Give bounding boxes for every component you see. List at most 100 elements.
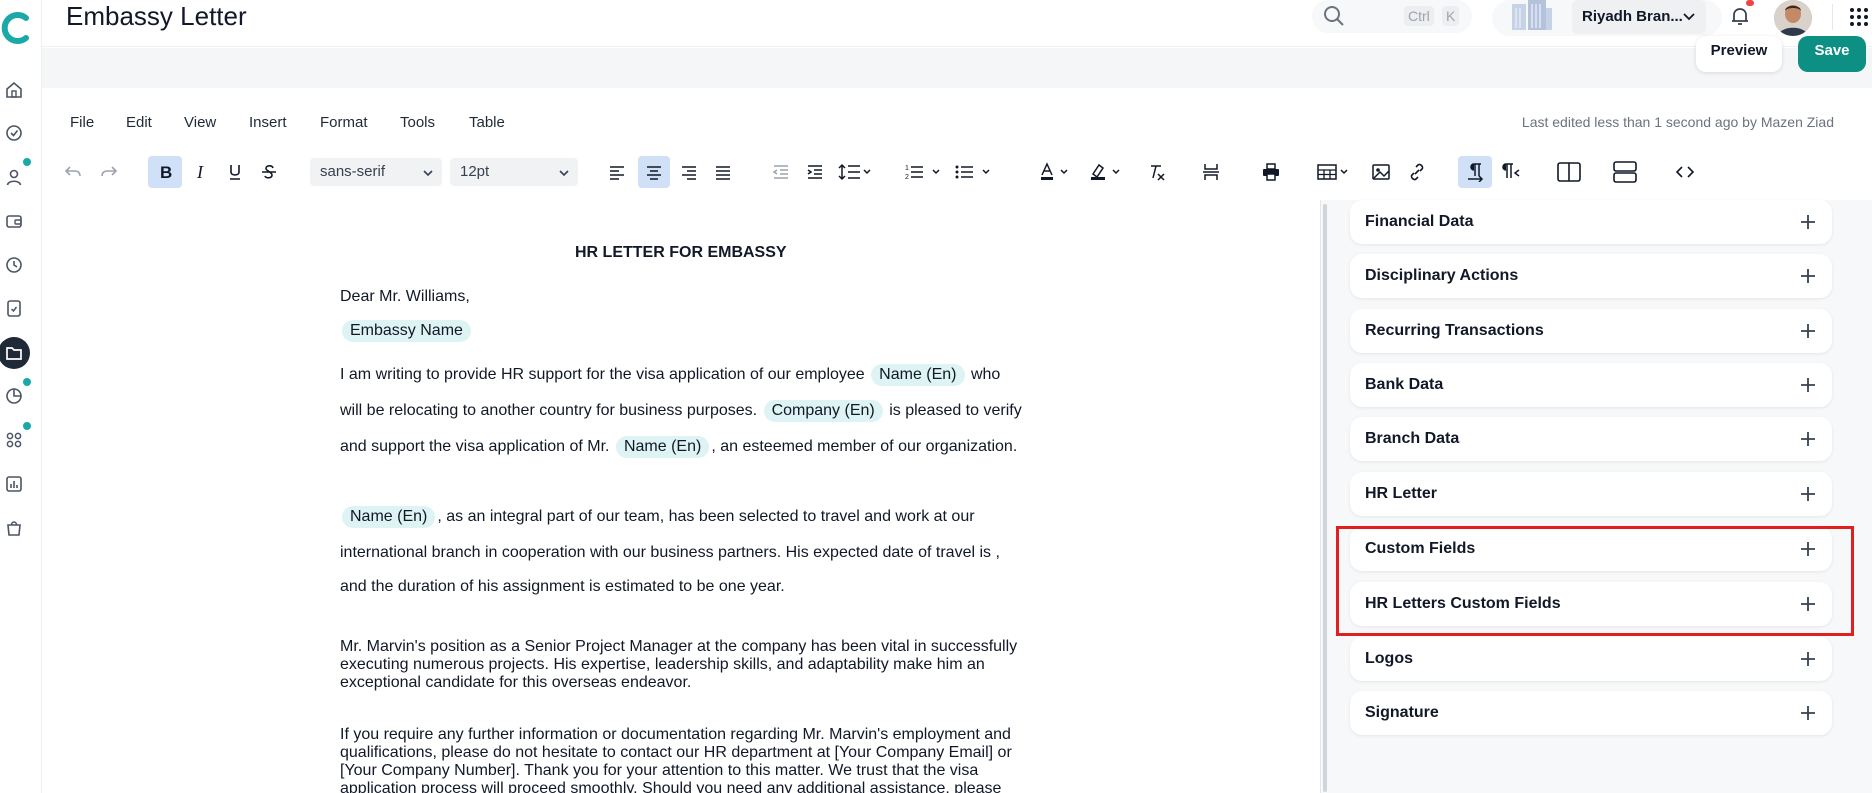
split-columns-icon[interactable] xyxy=(1552,156,1586,188)
preview-button[interactable]: Preview xyxy=(1696,36,1782,72)
outdent-icon[interactable] xyxy=(766,156,796,188)
align-left-icon[interactable] xyxy=(602,156,632,188)
font-family-select[interactable]: sans-serif xyxy=(310,158,442,186)
document-text: who xyxy=(970,366,1001,383)
branch-select[interactable]: Riyadh Bran... xyxy=(1572,0,1706,34)
align-right-icon[interactable] xyxy=(674,156,704,188)
ltr-direction-icon[interactable] xyxy=(1458,156,1492,188)
plus-icon[interactable] xyxy=(1800,268,1816,289)
rtl-direction-icon[interactable] xyxy=(1496,156,1526,188)
menu-insert[interactable]: Insert xyxy=(249,114,287,131)
menu-table[interactable]: Table xyxy=(469,114,505,131)
menu-file[interactable]: File xyxy=(70,114,94,131)
placeholder-chip[interactable]: Name (En) xyxy=(342,506,436,528)
insert-link-icon[interactable] xyxy=(1402,156,1432,188)
split-rows-icon[interactable] xyxy=(1608,156,1642,188)
section-disciplinary-actions[interactable]: Disciplinary Actions xyxy=(1350,254,1832,298)
clear-formatting-icon[interactable] xyxy=(1142,156,1172,188)
reports-pie-icon[interactable] xyxy=(2,384,26,408)
section-bank-data[interactable]: Bank Data xyxy=(1350,363,1832,407)
shopping-bag-icon[interactable] xyxy=(2,516,26,540)
apps-grid-icon[interactable] xyxy=(1848,6,1870,33)
document-text: , an esteemed member of our organization… xyxy=(711,438,1018,455)
wallet-icon[interactable] xyxy=(2,209,26,233)
documents-folder-icon[interactable] xyxy=(0,337,30,369)
align-center-icon[interactable] xyxy=(638,156,670,188)
company-building-icon xyxy=(1510,0,1554,37)
chevron-down-icon xyxy=(1682,10,1696,28)
redo-icon[interactable] xyxy=(94,156,124,188)
bold-button[interactable]: B xyxy=(148,156,182,188)
chevron-down-icon xyxy=(422,166,434,183)
notification-badge xyxy=(1746,0,1754,6)
tasks-check-icon[interactable] xyxy=(2,121,26,145)
underline-button[interactable] xyxy=(220,156,250,188)
plus-icon[interactable] xyxy=(1800,651,1816,672)
section-logos[interactable]: Logos xyxy=(1350,637,1832,681)
menu-tools[interactable]: Tools xyxy=(400,114,435,131)
placeholder-chip[interactable]: Name (En) xyxy=(871,364,965,386)
align-justify-icon[interactable] xyxy=(708,156,738,188)
italic-button[interactable]: I xyxy=(186,156,216,188)
reports-notification-dot xyxy=(23,378,31,386)
numbered-list-icon[interactable]: 12 xyxy=(904,156,944,188)
source-code-icon[interactable] xyxy=(1670,156,1700,188)
section-label: Financial Data xyxy=(1365,213,1474,230)
indent-icon[interactable] xyxy=(800,156,830,188)
shortcut-k-key: K xyxy=(1442,6,1460,26)
insert-image-icon[interactable] xyxy=(1366,156,1396,188)
placeholder-chip[interactable]: Company (En) xyxy=(763,400,883,422)
modules-grid-icon[interactable] xyxy=(2,428,26,452)
last-edited-status: Last edited less than 1 second ago by Ma… xyxy=(1521,114,1834,130)
plus-icon[interactable] xyxy=(1800,377,1816,398)
plus-icon[interactable] xyxy=(1800,486,1816,507)
font-size-select[interactable]: 12pt xyxy=(450,158,578,186)
strikethrough-button[interactable] xyxy=(254,156,284,188)
analytics-chart-icon[interactable] xyxy=(2,472,26,496)
app-logo-icon[interactable] xyxy=(0,8,32,48)
plus-icon[interactable] xyxy=(1800,431,1816,452)
modules-notification-dot xyxy=(23,422,31,430)
employees-icon[interactable] xyxy=(2,165,26,189)
line-height-icon[interactable] xyxy=(836,156,876,188)
highlight-color-icon[interactable] xyxy=(1088,156,1128,188)
panel-scrollbar[interactable] xyxy=(1323,204,1327,792)
placeholder-chip[interactable]: Embassy Name xyxy=(342,320,471,342)
document-paragraph: Mr. Marvin's position as a Senior Projec… xyxy=(340,638,1018,691)
document-line: Name (En), as an integral part of our te… xyxy=(340,506,975,528)
page-break-icon[interactable] xyxy=(1196,156,1226,188)
section-financial-data[interactable]: Financial Data xyxy=(1350,200,1832,244)
section-label: HR Letter xyxy=(1365,485,1438,502)
home-icon[interactable] xyxy=(2,78,26,102)
notifications-bell-icon[interactable] xyxy=(1728,4,1752,33)
search-icon[interactable] xyxy=(1322,4,1346,33)
clock-icon[interactable] xyxy=(2,253,26,277)
save-button[interactable]: Save xyxy=(1798,36,1866,72)
clipboard-check-icon[interactable] xyxy=(2,296,26,320)
menu-edit[interactable]: Edit xyxy=(126,114,152,131)
section-signature[interactable]: Signature xyxy=(1350,691,1832,735)
menu-format[interactable]: Format xyxy=(320,114,368,131)
undo-icon[interactable] xyxy=(58,156,88,188)
employees-notification-dot xyxy=(23,158,31,166)
section-branch-data[interactable]: Branch Data xyxy=(1350,417,1832,461)
text-color-icon[interactable] xyxy=(1038,156,1078,188)
document-line: will be relocating to another country fo… xyxy=(340,400,1022,422)
plus-icon[interactable] xyxy=(1800,705,1816,726)
plus-icon[interactable] xyxy=(1800,214,1816,235)
svg-text:B: B xyxy=(160,163,172,182)
user-avatar[interactable] xyxy=(1774,0,1812,36)
plus-icon[interactable] xyxy=(1800,323,1816,344)
menu-view[interactable]: View xyxy=(184,114,216,131)
document-text: and support the visa application of Mr. xyxy=(340,438,610,455)
editor-canvas[interactable] xyxy=(42,200,1320,793)
editor-toolbar: B I sans-serif 12pt 1 2 xyxy=(42,156,1872,192)
branch-select-value: Riyadh Bran... xyxy=(1582,8,1683,25)
print-icon[interactable] xyxy=(1256,156,1286,188)
table-icon[interactable] xyxy=(1316,156,1356,188)
placeholder-chip[interactable]: Name (En) xyxy=(615,436,710,458)
section-recurring-transactions[interactable]: Recurring Transactions xyxy=(1350,309,1832,353)
header-divider xyxy=(1832,4,1833,30)
section-hr-letter[interactable]: HR Letter xyxy=(1350,472,1832,516)
bullet-list-icon[interactable] xyxy=(954,156,994,188)
